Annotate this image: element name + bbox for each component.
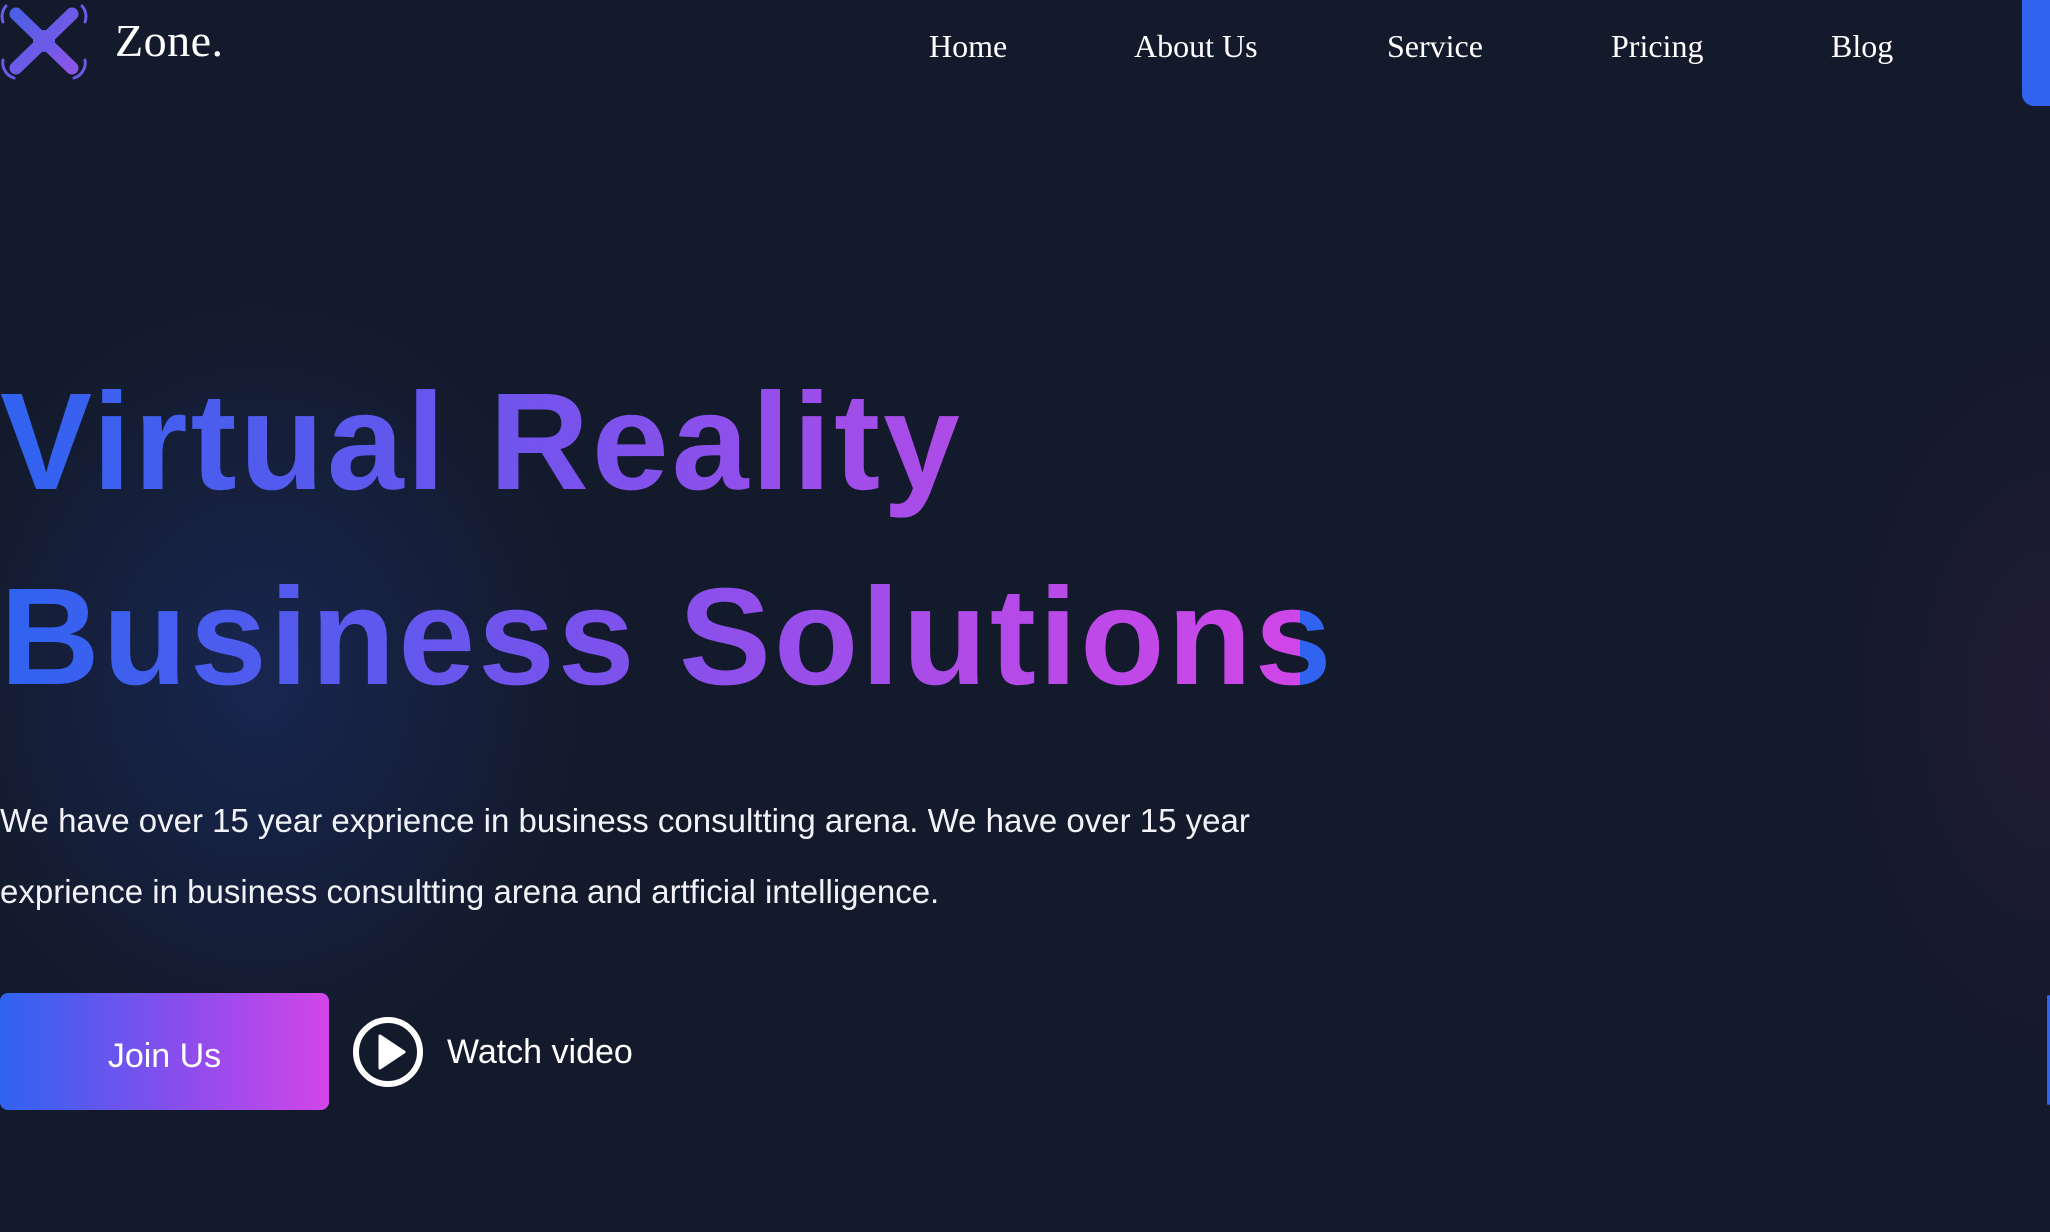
- nav-pricing[interactable]: Pricing: [1611, 28, 1703, 65]
- nav-blog[interactable]: Blog: [1831, 28, 1893, 65]
- main-nav: Home About Us Service Pricing Blog: [0, 28, 2050, 72]
- nav-about-us[interactable]: About Us: [1134, 28, 1258, 65]
- hero-description: We have over 15 year exprience in busine…: [0, 802, 1250, 910]
- side-edge-tab[interactable]: [2022, 0, 2050, 106]
- watch-video-label: Watch video: [447, 1032, 633, 1071]
- nav-home[interactable]: Home: [929, 28, 1007, 65]
- hero-headline: Virtual Reality Business Solutions: [0, 345, 1335, 735]
- hero-headline-line2: Business Solutions: [0, 560, 1335, 714]
- nav-service[interactable]: Service: [1387, 28, 1483, 65]
- join-us-button[interactable]: Join Us: [0, 993, 329, 1110]
- watch-video-link[interactable]: Watch video: [352, 1016, 633, 1088]
- play-circle-icon[interactable]: [352, 1016, 424, 1088]
- hero-headline-line1: Virtual Reality: [0, 365, 963, 519]
